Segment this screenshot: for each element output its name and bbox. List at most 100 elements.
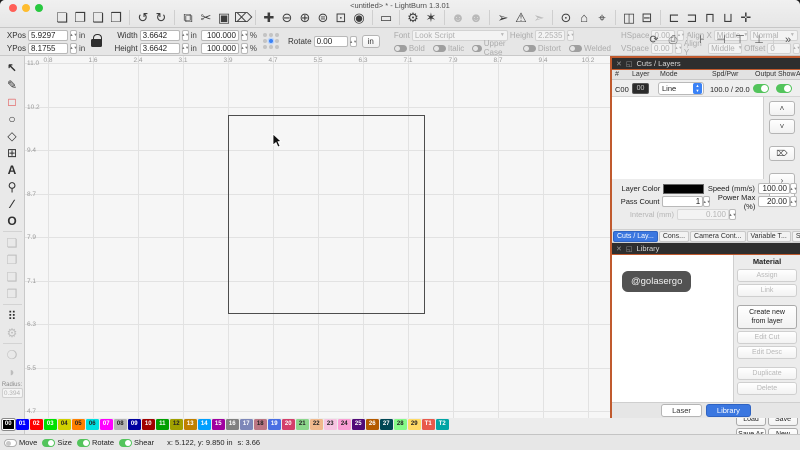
workspace-canvas[interactable]: 0.8 1.6 2.4 3.1 3.9 4.7 5.5 6.3 7.1 7.9 8.7 9.4 10.2… <box>25 56 610 418</box>
xpos-field[interactable]: 5.9297 <box>28 29 68 41</box>
palette-swatch-21[interactable]: 21 <box>296 419 309 430</box>
home-icon[interactable]: ⌂ <box>576 9 592 26</box>
user-icon[interactable]: ☻ <box>468 9 484 26</box>
overflow-chevron-icon[interactable]: » <box>780 32 796 49</box>
palette-swatch-08[interactable]: 08 <box>114 419 127 430</box>
send-icon[interactable]: ➢ <box>495 9 511 26</box>
width-field[interactable]: 3.6642 <box>139 29 180 41</box>
layer-delete-button[interactable]: ⌦ <box>769 146 795 161</box>
status-toggle-rotate[interactable]: Rotate <box>76 438 114 447</box>
palette-swatch-28[interactable]: 28 <box>394 419 407 430</box>
send-file-icon[interactable]: ➣ <box>531 9 547 26</box>
palette-swatch-09[interactable]: 09 <box>128 419 141 430</box>
user-origin-icon[interactable]: ☻ <box>450 9 466 26</box>
polygon-tool[interactable]: ◇ <box>3 127 22 144</box>
float-panel-icon[interactable]: ◱ <box>626 245 633 253</box>
palette-swatch-24[interactable]: 24 <box>338 419 351 430</box>
interval-stepper[interactable]: ▲▼ <box>729 209 736 220</box>
status-toggle-shear[interactable]: Shear <box>119 438 154 447</box>
round-corner-tool[interactable]: ❍ <box>3 346 22 363</box>
font-toggle-italic[interactable]: Italic <box>432 44 464 53</box>
palette-swatch-29[interactable]: 29 <box>408 419 421 430</box>
layer-list-area[interactable] <box>612 97 764 179</box>
anchor-center-dot[interactable] <box>269 39 274 43</box>
font-toggle-upper-case[interactable]: Upper Case <box>472 39 515 57</box>
layer-mode-select[interactable]: Line ▲ ▼ <box>658 82 704 95</box>
distribute-right-icon[interactable]: ⊣ <box>713 32 729 49</box>
palette-swatch-15[interactable]: 15 <box>212 419 225 430</box>
ypos-field[interactable]: 8.1755 <box>28 42 68 54</box>
tab-shape-properti-[interactable]: Shape Properti... <box>791 230 800 242</box>
close-panel-icon[interactable]: ✕ <box>616 60 622 68</box>
zoom-fit-icon[interactable]: ⊜ <box>315 9 331 26</box>
settings-gear-icon[interactable]: ⚙ <box>405 9 421 26</box>
ypos-stepper[interactable]: ▲▼ <box>70 42 77 54</box>
select-tool[interactable]: ↖ <box>3 59 22 76</box>
palette-swatch-06[interactable]: 06 <box>86 419 99 430</box>
align-bottom-icon[interactable]: ⊔ <box>720 9 736 26</box>
units-button[interactable]: in <box>361 35 380 48</box>
palette-swatch-T1[interactable]: T1 <box>422 419 435 430</box>
width-stepper[interactable]: ▲▼ <box>181 29 189 41</box>
create-new-from-layer-button[interactable]: Create new from layer <box>737 305 797 329</box>
preview-icon[interactable]: ▭ <box>378 9 394 26</box>
power-max-field[interactable]: 20.00 <box>758 196 790 207</box>
tab-cons-[interactable]: Cons... <box>658 230 690 242</box>
width-percent-field[interactable]: 100.000 <box>200 29 239 41</box>
palette-swatch-01[interactable]: 01 <box>16 419 29 430</box>
measure-tool[interactable]: ∕ <box>3 195 22 212</box>
tab-laser[interactable]: Laser <box>661 404 702 417</box>
distribute-top-icon[interactable]: ⊤ <box>732 32 748 49</box>
palette-swatch-07[interactable]: 07 <box>100 419 113 430</box>
drawn-rectangle[interactable] <box>228 115 425 314</box>
text-tool[interactable]: A <box>3 161 22 178</box>
palette-swatch-25[interactable]: 25 <box>352 419 365 430</box>
font-toggle-distort[interactable]: Distort <box>522 44 561 53</box>
font-toggle-bold[interactable]: Bold <box>393 44 425 53</box>
fillet-tool[interactable]: ◗ <box>3 363 22 380</box>
cut-icon[interactable]: ✂ <box>198 9 214 26</box>
origin-icon[interactable]: ⌖ <box>594 9 610 26</box>
palette-swatch-10[interactable]: 10 <box>142 419 155 430</box>
layer-row[interactable]: C00 00 Line ▲ ▼ 100.0 / 20.0 <box>612 80 800 97</box>
radius-field[interactable]: 0.394 <box>1 388 23 398</box>
palette-swatch-16[interactable]: 16 <box>226 419 239 430</box>
rectangle-tool[interactable]: □ <box>3 93 22 110</box>
float-panel-icon[interactable]: ◱ <box>626 60 633 68</box>
offset-tool[interactable]: O <box>3 212 22 229</box>
move-laser-icon[interactable]: ✛ <box>738 9 754 26</box>
height-percent-stepper[interactable]: ▲▼ <box>240 42 248 54</box>
copy-icon[interactable]: ⧉ <box>180 9 196 26</box>
layer-up-button[interactable]: ˄ <box>769 101 795 116</box>
palette-swatch-T2[interactable]: T2 <box>436 419 449 430</box>
palette-swatch-19[interactable]: 19 <box>268 419 281 430</box>
pan-icon[interactable]: ✚ <box>261 9 277 26</box>
import-icon[interactable]: ❒ <box>108 9 124 26</box>
xpos-stepper[interactable]: ▲▼ <box>70 29 77 41</box>
paste-icon[interactable]: ▣ <box>216 9 232 26</box>
window-layout-icon[interactable]: ◫ <box>621 9 637 26</box>
pass-count-field[interactable]: 1 <box>662 196 704 207</box>
weld-tool[interactable]: ❏ <box>3 234 22 251</box>
open-file-icon[interactable]: ❐ <box>72 9 88 26</box>
tab-cuts-lay-[interactable]: Cuts / Lay... <box>613 230 658 242</box>
height-percent-field[interactable]: 100.000 <box>200 42 239 54</box>
layer-output-toggle[interactable] <box>753 84 769 93</box>
redo-icon[interactable]: ↻ <box>153 9 169 26</box>
height-field[interactable]: 3.6642 <box>139 42 180 54</box>
align-top-icon[interactable]: ⊓ <box>702 9 718 26</box>
palette-swatch-11[interactable]: 11 <box>156 419 169 430</box>
palette-swatch-05[interactable]: 05 <box>72 419 85 430</box>
boolean-intersect-tool[interactable]: ❒ <box>3 285 22 302</box>
zoom-in-icon[interactable]: ⊕ <box>297 9 313 26</box>
height-stepper[interactable]: ▲▼ <box>181 42 189 54</box>
save-file-icon[interactable]: ❑ <box>90 9 106 26</box>
palette-swatch-03[interactable]: 03 <box>44 419 57 430</box>
palette-swatch-23[interactable]: 23 <box>324 419 337 430</box>
palette-swatch-12[interactable]: 12 <box>170 419 183 430</box>
speed-field[interactable]: 100.00 <box>757 183 790 194</box>
print-icon[interactable]: ⎙ <box>665 32 681 49</box>
palette-swatch-04[interactable]: 04 <box>58 419 71 430</box>
frame-selection-icon[interactable]: ⊡ <box>333 9 349 26</box>
layer-down-button[interactable]: ˅ <box>769 119 795 134</box>
